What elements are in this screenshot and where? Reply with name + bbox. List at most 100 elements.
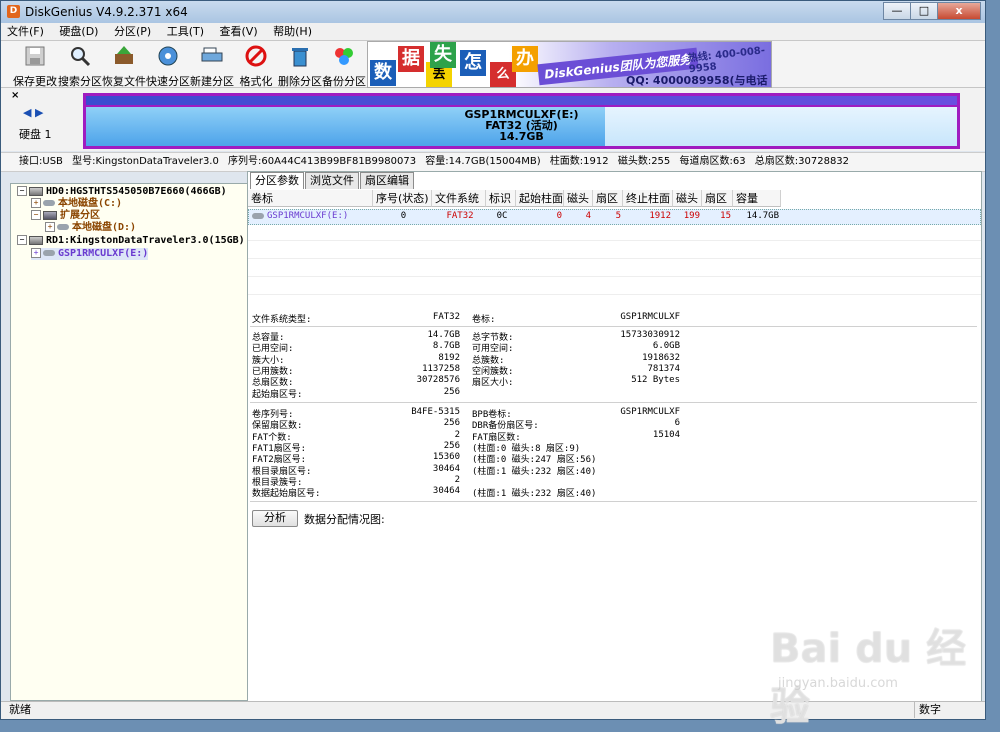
tree-item-hd0[interactable]: − HD0:HGSTHTS545050B7E660(466GB) [17,186,227,198]
expand-icon[interactable]: + [31,198,41,208]
ad-char-1: 数 [370,60,396,86]
tab-bar: 分区参数 浏览文件 扇区编辑 [250,172,415,189]
maximize-button[interactable]: □ [910,2,938,20]
property-value: 256 [443,386,460,397]
partition-icon [57,224,69,230]
col-header-label[interactable]: 卷标 [248,190,373,207]
baidu-watermark-url: jingyan.baidu.com [778,676,898,691]
expand-icon[interactable]: + [45,222,55,232]
recover-files-button[interactable]: 恢复文件 [102,44,146,89]
disk-label: 硬盘 1 [19,128,52,141]
ad-char-4: 失 [430,42,456,68]
tree-item-rd1-partition[interactable]: + GSP1RMCULXF(E:) [31,248,149,260]
minimize-button[interactable]: — [883,2,911,20]
menu-disk[interactable]: 硬盘(D) [53,23,104,39]
format-button[interactable]: 格式化 [234,44,278,89]
backup-partition-button[interactable]: 备份分区 [322,44,366,89]
save-changes-button[interactable]: 保存更改 [13,44,57,89]
fs-type-value: FAT32 [432,312,460,322]
window-title: DiskGenius V4.9.2.371 x64 [25,5,188,19]
format-icon [245,45,267,67]
property-value: 2 [454,474,460,485]
separator [250,402,977,403]
search-partition-button[interactable]: 搜索分区 [58,44,102,89]
extended-partition-icon [43,210,57,220]
info-capacity: 容量:14.7GB(15004MB) [425,156,541,167]
property-value: GSP1RMCULXF [620,407,680,417]
disk-map-bar: × ◀ ▶ 硬盘 1 GSP1RMCULXF(E:) FAT32 (活动) 14… [1,88,985,151]
property-value: 512 Bytes [631,375,680,386]
col-header-end-cyl[interactable]: 终止柱面 [623,190,673,207]
col-header-capacity[interactable]: 容量 [733,190,781,207]
app-icon: D [7,5,20,18]
menu-file[interactable]: 文件(F) [1,23,50,39]
table-row[interactable]: GSP1RMCULXF(E:) 0 FAT32 0C 0 4 5 1912 19… [248,209,981,225]
quick-partition-button[interactable]: 快速分区 [146,44,190,89]
property-value: 6.0GB [652,341,680,352]
disk-nav-arrows[interactable]: ◀ ▶ [23,106,43,119]
info-serial: 序列号:60A44C413B99BF81B9980073 [228,156,417,167]
info-total-sectors: 总扇区数:30728832 [754,156,850,167]
analyze-button[interactable]: 分析 [252,510,298,527]
property-value: B4FE-5315 [411,407,460,417]
col-header-end-head[interactable]: 磁头 [673,190,702,207]
property-value: 15104 [652,429,680,440]
ad-char-7: 办 [512,46,538,72]
property-label: (柱面:1 磁头:232 扇区:40) [472,489,597,500]
menu-partition[interactable]: 分区(P) [108,23,157,39]
collapse-icon[interactable]: − [17,186,27,196]
col-header-start-head[interactable]: 磁头 [564,190,593,207]
property-value: 2 [454,429,460,440]
tab-partition-params[interactable]: 分区参数 [250,172,304,189]
col-header-start-sector[interactable]: 扇区 [593,190,623,207]
title-bar: D DiskGenius V4.9.2.371 x64 — □ x [1,1,985,24]
col-header-start-cyl[interactable]: 起始柱面 [516,190,564,207]
property-label: 数据起始扇区号: [252,489,321,500]
quick-partition-icon [158,46,178,66]
delete-partition-button[interactable]: 删除分区 [278,44,322,89]
tab-sector-edit[interactable]: 扇区编辑 [360,172,414,189]
col-header-end-sector[interactable]: 扇区 [702,190,733,207]
ad-banner[interactable]: 数 据 丢 失 怎 么 办 DiskGenius团队为您服务 热线: 400-0… [367,41,772,88]
col-header-index[interactable]: 序号(状态) [373,190,432,207]
ad-char-5: 怎 [460,50,486,76]
property-value: 14.7GB [427,330,460,340]
property-value: 8.7GB [432,341,460,352]
property-value: 30464 [432,486,460,497]
expand-icon[interactable]: + [31,248,41,258]
ad-hotline: 热线: 400-008-9958 [687,45,766,76]
hard-disk-icon [29,186,43,196]
separator [250,326,977,327]
partition-icon [43,200,55,206]
info-sectors-per-track: 每道扇区数:63 [679,156,746,167]
tree-item-local-c[interactable]: + 本地磁盘(C:) [31,198,122,210]
info-cylinders: 柱面数:1912 [549,156,609,167]
property-value: 1137258 [422,363,460,374]
disk-tree-panel: − HD0:HGSTHTS545050B7E660(466GB) + 本地磁盘(C:… [10,183,248,701]
col-header-id[interactable]: 标识 [486,190,516,207]
menu-view[interactable]: 查看(V) [214,23,264,39]
distribution-label: 数据分配情况图: [304,513,385,526]
property-value: 6 [674,418,680,429]
property-value: 30728576 [416,375,460,386]
menu-tools[interactable]: 工具(T) [161,23,210,39]
property-label: 起始扇区号: [252,389,303,400]
tab-browse-files[interactable]: 浏览文件 [305,172,359,189]
tree-item-local-d[interactable]: + 本地磁盘(D:) [45,222,136,234]
menu-help[interactable]: 帮助(H) [267,23,318,39]
property-value: 256 [443,440,460,451]
property-value: 256 [443,418,460,429]
tree-item-rd1[interactable]: − RD1:KingstonDataTraveler3.0(15GB) [17,235,245,247]
close-panel-icon[interactable]: × [11,90,19,101]
new-partition-button[interactable]: 新建分区 [190,44,234,89]
collapse-icon[interactable]: − [17,235,27,245]
partition-block[interactable]: GSP1RMCULXF(E:) FAT32 (活动) 14.7GB [83,93,960,149]
save-icon [25,46,45,66]
tree-item-extended[interactable]: − 扩展分区 [31,210,100,222]
close-button[interactable]: x [937,2,981,20]
partition-header-band [86,96,957,105]
col-header-fs[interactable]: 文件系统 [432,190,486,207]
volume-label-label: 卷标: [472,315,496,325]
info-interface: 接口:USB [19,156,63,167]
collapse-icon[interactable]: − [31,210,41,220]
